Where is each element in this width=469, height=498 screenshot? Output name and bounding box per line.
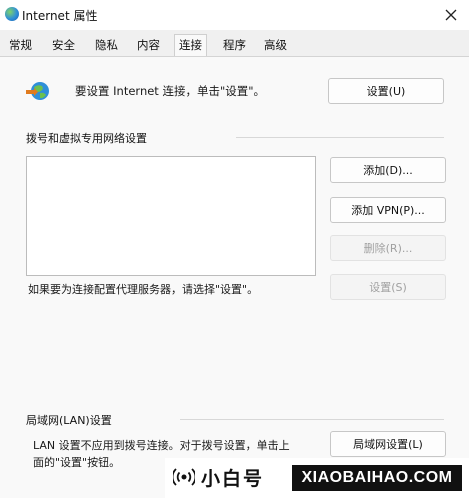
connection-list[interactable]: [26, 156, 316, 276]
brand-domain: XIAOBAIHAO.COM: [292, 465, 462, 491]
tab-security[interactable]: 安全: [52, 37, 75, 53]
dialup-group-divider: [236, 137, 444, 138]
tab-connections[interactable]: 连接: [174, 34, 207, 58]
close-button[interactable]: [433, 0, 469, 30]
watermark-banner: 小白号 XIAOBAIHAO.COM: [165, 458, 469, 498]
brand-name: 小白号: [201, 468, 265, 490]
proxy-instruction: 如果要为连接配置代理服务器，请选择"设置"。: [28, 283, 259, 296]
remove-button[interactable]: 删除(R)...: [330, 235, 446, 261]
lan-group-label: 局域网(LAN)设置: [26, 414, 112, 427]
dialup-group-label: 拨号和虚拟专用网络设置: [26, 132, 147, 145]
lan-group-divider: [180, 419, 444, 420]
broadcast-icon: [173, 468, 195, 486]
lan-description-line2: 面的"设置"按钮。: [33, 456, 121, 469]
close-icon: [445, 9, 457, 21]
setup-button[interactable]: 设置(U): [328, 78, 444, 104]
tab-privacy[interactable]: 隐私: [95, 37, 118, 53]
add-vpn-button[interactable]: 添加 VPN(P)...: [330, 197, 446, 223]
tab-advanced[interactable]: 高级: [264, 37, 287, 53]
tab-content[interactable]: 内容: [137, 37, 160, 53]
add-button[interactable]: 添加(D)...: [330, 157, 446, 183]
setup-instruction: 要设置 Internet 连接，单击"设置"。: [75, 84, 266, 98]
window-title: Internet 属性: [22, 9, 98, 23]
network-globe-icon: [26, 82, 49, 100]
dialup-settings-button[interactable]: 设置(S): [330, 274, 446, 300]
tab-strip: 常规 安全 隐私 内容 连接 程序 高级: [0, 34, 469, 58]
lan-settings-button[interactable]: 局域网设置(L): [330, 431, 446, 457]
lan-description-line1: LAN 设置不应用到拨号连接。对于拨号设置，单击上: [33, 439, 290, 452]
tab-general[interactable]: 常规: [9, 37, 32, 53]
internet-globe-icon: [5, 7, 19, 21]
tab-programs[interactable]: 程序: [223, 37, 246, 53]
title-bar: Internet 属性: [0, 0, 469, 30]
